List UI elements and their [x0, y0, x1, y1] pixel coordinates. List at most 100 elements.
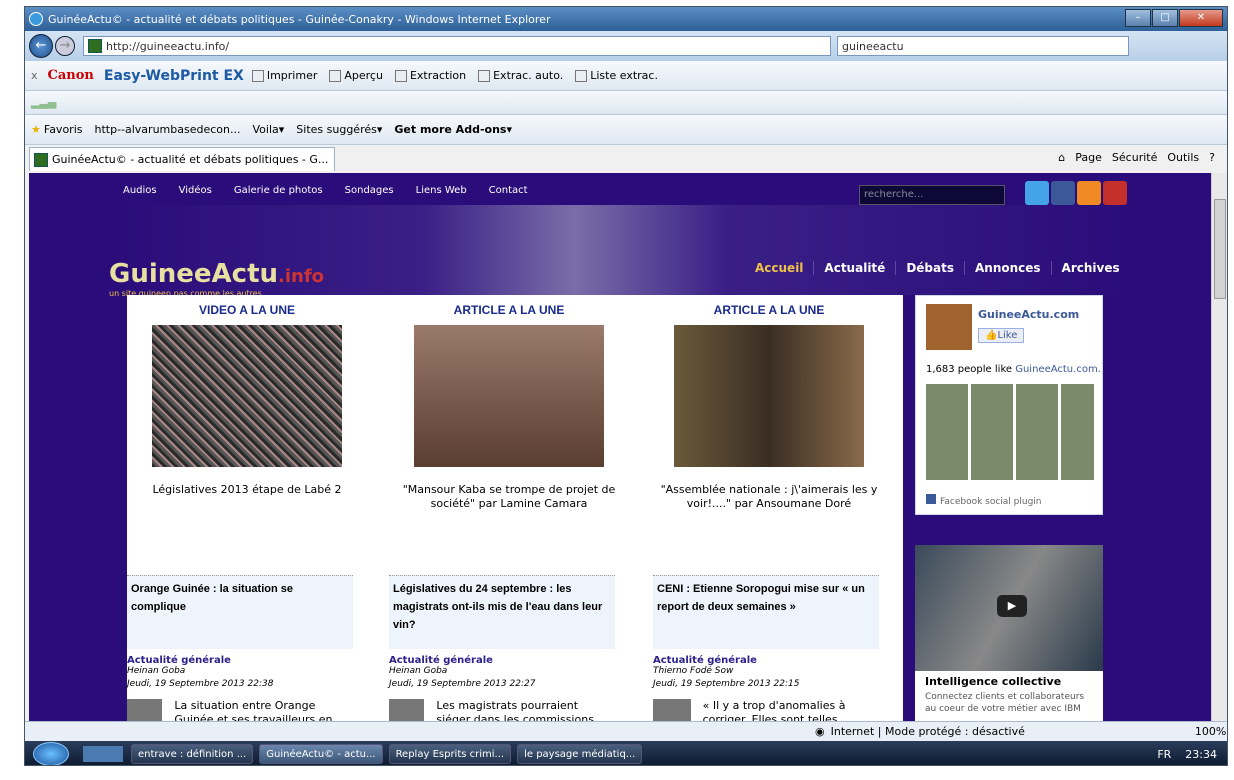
twitter-icon[interactable]	[1025, 181, 1049, 205]
zoom-level[interactable]: 100%	[1195, 725, 1226, 738]
fb-page-link[interactable]: GuineeActu.com.	[1015, 364, 1101, 375]
video-thumbnail[interactable]	[152, 325, 342, 467]
browser-tab[interactable]: GuinéeActu© - actualité et débats politi…	[29, 147, 335, 171]
article-category[interactable]: Actualité générale	[389, 655, 615, 666]
nav-announcements[interactable]: Annonces	[965, 261, 1052, 275]
clock[interactable]: 23:34	[1185, 748, 1217, 761]
extraction-list-button[interactable]: Liste extrac.	[575, 69, 658, 82]
ad-banner[interactable]: ▶ Intelligence collective Connectez clie…	[915, 545, 1103, 721]
page-scrollbar[interactable]	[1211, 173, 1227, 721]
article-thumbnail[interactable]	[653, 699, 691, 721]
news-article: Orange Guinée : la situation se compliqu…	[127, 575, 353, 721]
favorite-link-voila[interactable]: Voila ▾	[252, 123, 284, 136]
preview-icon	[329, 69, 342, 82]
facebook-widget: GuineeActu.com 👍Like 1,683 people like G…	[915, 295, 1103, 515]
status-bar: ◉ Internet | Mode protégé : désactivé 10…	[25, 721, 1227, 741]
nav-debates[interactable]: Débats	[896, 261, 965, 275]
favorite-link-1[interactable]: http--alvarumbasedecon...	[94, 123, 240, 136]
tools-menu[interactable]: Outils	[1167, 151, 1199, 164]
nav-archives[interactable]: Archives	[1052, 261, 1130, 275]
canon-toolbar: x Canon Easy-WebPrint EX Imprimer Aperçu…	[25, 61, 1227, 91]
youtube-icon[interactable]	[1103, 181, 1127, 205]
tab-favicon-icon	[34, 152, 48, 167]
home-icon[interactable]: ⌂	[1058, 151, 1065, 164]
favorite-link-addons[interactable]: Get more Add-ons ▾	[394, 123, 512, 136]
article-author: Heinan Goba	[127, 666, 186, 676]
title-bar: GuinéeActu© - actualité et débats politi…	[25, 7, 1227, 31]
security-menu[interactable]: Sécurité	[1112, 151, 1157, 164]
print-button[interactable]: Imprimer	[251, 69, 317, 82]
article-category[interactable]: Actualité générale	[127, 655, 353, 666]
tab-label: GuinéeActu© - actualité et débats politi…	[52, 153, 329, 166]
play-icon[interactable]: ▶	[997, 595, 1027, 617]
article-photo[interactable]	[414, 325, 604, 467]
link-web-links[interactable]: Liens Web	[416, 185, 467, 196]
article-thumbnail[interactable]	[389, 699, 425, 721]
extraction-button[interactable]: Extraction	[394, 69, 466, 82]
site-logo[interactable]: GuineeActu.info	[109, 259, 324, 289]
favorites-button[interactable]: ★ Favoris	[31, 123, 82, 136]
taskbar-item[interactable]: entrave : définition ...	[131, 744, 254, 764]
featured-caption[interactable]: Législatives 2013 étape de Labé 2	[127, 483, 367, 497]
article-title[interactable]: CENI : Etienne Soropogui mise sur « un r…	[653, 575, 879, 649]
page-menu[interactable]: Page	[1075, 151, 1102, 164]
featured-heading: ARTICLE A LA UNE	[713, 303, 825, 317]
help-icon[interactable]: ?	[1209, 151, 1215, 164]
article-thumbnail[interactable]	[127, 699, 163, 721]
article-title[interactable]: Législatives du 24 septembre : les magis…	[389, 575, 615, 649]
easy-webprint-menu[interactable]: Easy-WebPrint EX	[104, 68, 244, 84]
taskbar-item-active[interactable]: GuinéeActu© - actu...	[259, 744, 383, 764]
ad-title[interactable]: Intelligence collective	[925, 675, 1061, 688]
facebook-icon[interactable]	[1051, 181, 1075, 205]
fb-page-avatar[interactable]	[926, 304, 972, 350]
link-contact[interactable]: Contact	[489, 185, 528, 196]
site-top-links: Audios Vidéos Galerie de photos Sondages…	[123, 185, 550, 196]
extraction-icon	[394, 69, 407, 82]
favorite-link-suggested[interactable]: Sites suggérés ▾	[296, 123, 382, 136]
taskbar-item[interactable]: le paysage médiatiq...	[517, 744, 643, 764]
quick-launch-icon[interactable]	[83, 746, 123, 762]
preview-button[interactable]: Aperçu	[329, 69, 383, 82]
canon-close-button[interactable]: x	[31, 69, 38, 82]
nav-home[interactable]: Accueil	[745, 261, 815, 275]
security-zone[interactable]: Internet | Mode protégé : désactivé	[831, 725, 1025, 738]
back-button[interactable]: ←	[29, 34, 53, 58]
site-search-input[interactable]: recherche...	[859, 185, 1005, 205]
ie-window: GuinéeActu© - actualité et débats politi…	[24, 6, 1228, 766]
search-value: guineeactu	[842, 39, 904, 53]
language-indicator[interactable]: FR	[1157, 748, 1171, 761]
printer-icon	[251, 69, 264, 82]
fb-fans-grid[interactable]	[926, 384, 1094, 480]
fb-like-count: 1,683 people like GuineeActu.com.	[926, 364, 1101, 375]
close-button[interactable]: ✕	[1179, 9, 1223, 27]
link-polls[interactable]: Sondages	[345, 185, 394, 196]
article-excerpt: Les magistrats pourraient siéger dans le…	[436, 699, 594, 721]
auto-extraction-button[interactable]: Extrac. auto.	[478, 69, 563, 82]
scrollbar-thumb[interactable]	[1214, 199, 1226, 299]
globe-icon: ◉	[815, 725, 825, 738]
article-photo[interactable]	[674, 325, 864, 467]
nav-news[interactable]: Actualité	[814, 261, 897, 275]
fb-like-button[interactable]: 👍Like	[978, 328, 1025, 343]
address-input[interactable]: http://guineeactu.info/	[83, 36, 831, 56]
minimize-button[interactable]: –	[1125, 9, 1151, 27]
ad-text: Connectez clients et collaborateurs au c…	[925, 692, 1085, 714]
featured-caption[interactable]: "Mansour Kaba se trompe de projet de soc…	[389, 483, 629, 511]
rss-icon[interactable]	[1077, 181, 1101, 205]
featured-caption[interactable]: "Assemblée nationale : j\'aimerais les y…	[649, 483, 889, 511]
article-category[interactable]: Actualité générale	[653, 655, 879, 666]
link-gallery[interactable]: Galerie de photos	[234, 185, 323, 196]
star-icon: ★	[31, 123, 41, 136]
forward-button[interactable]: →	[55, 36, 75, 56]
fb-page-name[interactable]: GuineeActu.com	[978, 308, 1079, 321]
taskbar-item[interactable]: Replay Esprits crimi...	[388, 744, 512, 764]
maximize-button[interactable]: □	[1152, 9, 1178, 27]
article-title[interactable]: Orange Guinée : la situation se compliqu…	[127, 575, 353, 649]
link-audios[interactable]: Audios	[123, 185, 157, 196]
start-button[interactable]	[33, 742, 69, 765]
command-bar: ⌂ Page Sécurité Outils ?	[1048, 151, 1215, 164]
search-input[interactable]: guineeactu	[837, 36, 1129, 56]
article-date: Jeudi, 19 Septembre 2013 22:38	[127, 679, 274, 689]
featured-article-2: ARTICLE A LA UNE "Assemblée nationale : …	[649, 303, 889, 511]
link-videos[interactable]: Vidéos	[179, 185, 212, 196]
